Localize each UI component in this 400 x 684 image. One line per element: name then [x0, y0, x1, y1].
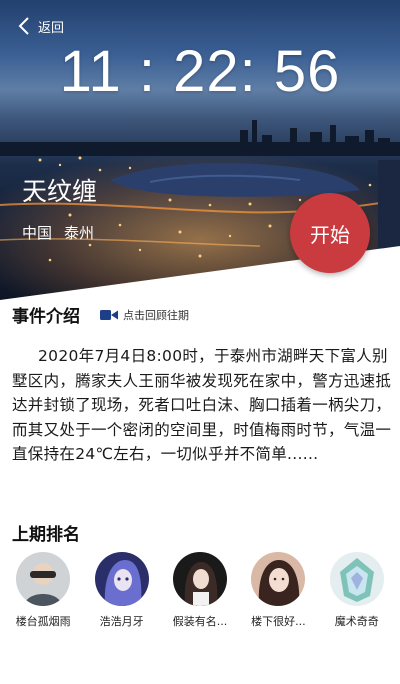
rank-item[interactable]: 楼台孤烟雨: [5, 552, 81, 629]
intro-header: 事件介绍 点击回顾往期: [12, 302, 189, 327]
event-location: 中国 泰州: [22, 222, 94, 243]
replay-label: 点击回顾往期: [123, 308, 189, 322]
chevron-left-icon: [18, 17, 29, 35]
avatar: [94, 552, 149, 606]
player-name: 楼下很好...: [251, 615, 306, 628]
countdown-clock: 11 : 22: 56: [59, 39, 341, 104]
location-country: 中国: [22, 224, 53, 242]
ranking-heading: 上期排名: [12, 525, 80, 545]
intro-heading: 事件介绍: [12, 307, 80, 327]
event-title: 天纹缠: [22, 177, 98, 206]
start-button[interactable]: 开始: [290, 193, 370, 273]
rank-item[interactable]: 假装有名...: [162, 552, 238, 629]
location-city: 泰州: [64, 224, 95, 242]
back-button[interactable]: 返回: [18, 16, 64, 36]
replay-link[interactable]: 点击回顾往期: [100, 307, 189, 323]
video-camera-icon: [100, 309, 118, 320]
player-name: 楼台孤烟雨: [15, 615, 71, 628]
avatar: [16, 552, 71, 606]
avatar: [172, 552, 227, 606]
avatar: [251, 552, 306, 606]
rank-item[interactable]: 魔术奇奇: [319, 552, 395, 629]
ranking-list: 楼台孤烟雨 浩浩月牙 假装有名... 楼下很好... 魔术奇奇: [0, 552, 400, 629]
event-description: 2020年7月4日8:00时，于泰州市湖畔天下富人别墅区内，腾家夫人王丽华被发现…: [12, 347, 392, 463]
player-name: 浩浩月牙: [99, 615, 144, 628]
rank-item[interactable]: 浩浩月牙: [84, 552, 160, 629]
avatar: [329, 552, 384, 606]
back-label: 返回: [38, 20, 65, 36]
player-name: 假装有名...: [172, 615, 228, 628]
player-name: 魔术奇奇: [334, 615, 379, 628]
rank-item[interactable]: 楼下很好...: [240, 552, 316, 629]
